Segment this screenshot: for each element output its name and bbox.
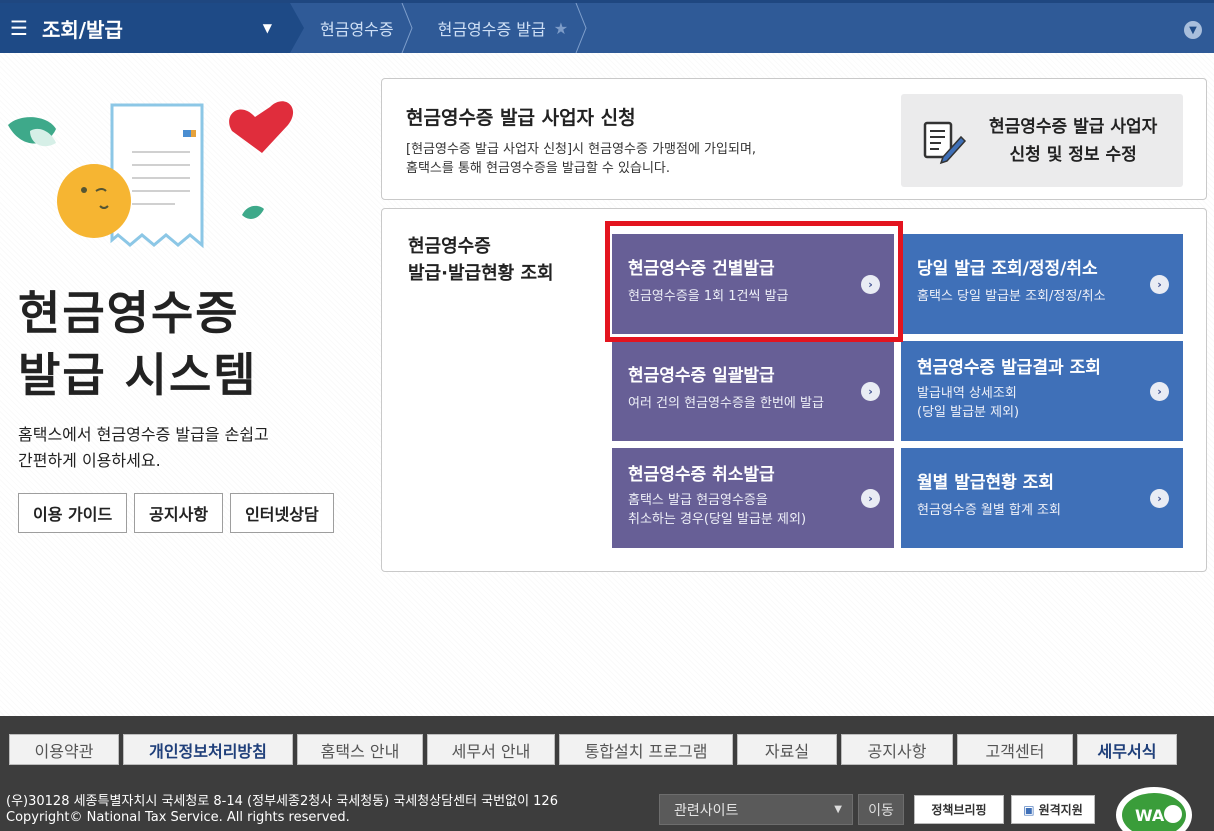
- wa-mark-text: WA: [1135, 806, 1165, 825]
- web-accessibility-mark: WA: [1116, 787, 1192, 831]
- document-edit-icon: [923, 121, 967, 164]
- chevron-down-icon: ▼: [834, 804, 842, 815]
- tile-title: 당일 발급 조회/정정/취소: [917, 259, 1098, 279]
- tile-title: 현금영수증 일괄발급: [628, 366, 775, 386]
- footer-link-customer-center[interactable]: 고객센터: [957, 734, 1073, 765]
- breadcrumb-item[interactable]: 현금영수증: [290, 3, 413, 53]
- issue-panel-title-line: 현금영수증: [408, 236, 491, 257]
- policy-briefing-label: 정책브리핑: [931, 803, 987, 817]
- tile-desc: 발급내역 상세조회 (당일 발급분 제외): [917, 384, 1167, 422]
- apply-desc-line: 홈택스를 통해 현금영수증을 발급할 수 있습니다.: [406, 161, 670, 176]
- footer-link-bar: 이용약관 개인정보처리방침 홈택스 안내 세무서 안내 통합설치 프로그램 자료…: [9, 734, 1181, 765]
- footer-link-install-program[interactable]: 통합설치 프로그램: [559, 734, 733, 765]
- hero-description-line: 홈택스에서 현금영수증 발급을 손쉽고: [18, 425, 269, 444]
- move-button[interactable]: 이동: [858, 794, 904, 825]
- hero-title-line: 현금영수증: [18, 286, 240, 340]
- tile-desc-line: 홈택스 당일 발급분 조회/정정/취소: [917, 289, 1106, 304]
- tile-desc-line: 취소하는 경우(당일 발급분 제외): [628, 512, 807, 527]
- single-issue-tile[interactable]: 현금영수증 건별발급 현금영수증을 1회 1건씩 발급 ›: [612, 234, 894, 334]
- arrow-right-icon: ›: [861, 275, 880, 294]
- footer-link-hometax-guide[interactable]: 홈택스 안내: [297, 734, 423, 765]
- tile-title: 월별 발급현황 조회: [917, 473, 1054, 493]
- hero-title: 현금영수증 발급 시스템: [18, 282, 258, 406]
- remote-support-link[interactable]: ▣ 원격지원: [1011, 795, 1095, 824]
- arrow-right-icon: ›: [1150, 275, 1169, 294]
- favorite-star-icon[interactable]: ★: [554, 19, 568, 38]
- footer-link-tax-office[interactable]: 세무서 안내: [427, 734, 555, 765]
- remote-support-icon: ▣: [1023, 802, 1035, 817]
- tile-desc-line: 현금영수증 월별 합계 조회: [917, 503, 1061, 518]
- apply-button-label: 현금영수증 발급 사업자 신청 및 정보 수정: [989, 113, 1157, 169]
- tile-title: 현금영수증 취소발급: [628, 465, 775, 485]
- bulk-issue-tile[interactable]: 현금영수증 일괄발급 여러 건의 현금영수증을 한번에 발급 ›: [612, 341, 894, 441]
- breadcrumb-label: 현금영수증: [320, 20, 394, 39]
- related-sites-select[interactable]: 관련사이트 ▼: [659, 794, 853, 825]
- apply-desc-line: [현금영수증 발급 사업자 신청]시 현금영수증 가맹점에 가입되며,: [406, 142, 757, 157]
- issue-result-inquiry-tile[interactable]: 현금영수증 발급결과 조회 발급내역 상세조회 (당일 발급분 제외) ›: [901, 341, 1183, 441]
- apply-action-line: 현금영수증 발급 사업자: [989, 116, 1158, 137]
- issue-panel-title: 현금영수증 발급·발급현황 조회: [408, 233, 554, 287]
- tile-desc-line: (당일 발급분 제외): [917, 405, 1020, 420]
- receipt-illustration: [8, 101, 294, 249]
- hero-title-line: 발급 시스템: [18, 348, 258, 402]
- breadcrumb-item[interactable]: 현금영수증 발급 ★: [412, 3, 587, 53]
- tile-desc-line: 발급내역 상세조회: [917, 386, 1017, 401]
- policy-briefing-link[interactable]: 정책브리핑: [914, 795, 1004, 824]
- tile-title: 현금영수증 발급결과 조회: [917, 358, 1101, 378]
- tile-desc: 현금영수증 월별 합계 조회: [917, 501, 1167, 520]
- menu-title: 조회/발급: [41, 17, 123, 42]
- collapse-toggle-icon[interactable]: ▼: [1184, 21, 1202, 39]
- arrow-right-icon: ›: [861, 382, 880, 401]
- cancel-issue-tile[interactable]: 현금영수증 취소발급 홈택스 발급 현금영수증을 취소하는 경우(당일 발급분 …: [612, 448, 894, 548]
- tile-desc-line: 홈택스 발급 현금영수증을: [628, 493, 768, 508]
- arrow-right-icon: ›: [1150, 382, 1169, 401]
- hero-description-line: 간편하게 이용하세요.: [18, 451, 161, 470]
- tile-desc: 홈택스 발급 현금영수증을 취소하는 경우(당일 발급분 제외): [628, 491, 878, 529]
- hero-description: 홈택스에서 현금영수증 발급을 손쉽고 간편하게 이용하세요.: [18, 422, 269, 474]
- business-apply-button[interactable]: 현금영수증 발급 사업자 신청 및 정보 수정: [901, 94, 1183, 187]
- online-consult-button[interactable]: 인터넷상담: [230, 493, 334, 533]
- tile-desc: 여러 건의 현금영수증을 한번에 발급: [628, 394, 878, 413]
- footer-address: (우)30128 세종특별자치시 국세청로 8-14 (정부세종2청사 국세청동…: [6, 794, 558, 809]
- hamburger-icon[interactable]: ☰: [10, 16, 28, 40]
- footer-link-notice[interactable]: 공지사항: [841, 734, 953, 765]
- user-guide-button[interactable]: 이용 가이드: [18, 493, 128, 533]
- tile-desc: 현금영수증을 1회 1건씩 발급: [628, 287, 878, 306]
- notice-button[interactable]: 공지사항: [134, 493, 224, 533]
- apply-panel-description: [현금영수증 발급 사업자 신청]시 현금영수증 가맹점에 가입되며, 홈택스를…: [406, 140, 756, 178]
- footer-link-archive[interactable]: 자료실: [737, 734, 837, 765]
- footer-link-privacy[interactable]: 개인정보처리방침: [123, 734, 293, 765]
- related-sites-label: 관련사이트: [674, 802, 739, 819]
- hero-button-group: 이용 가이드 공지사항 인터넷상담: [18, 493, 334, 533]
- footer-copyright: Copyright© National Tax Service. All rig…: [6, 810, 350, 825]
- apply-action-line: 신청 및 정보 수정: [1009, 144, 1137, 165]
- same-day-inquiry-tile[interactable]: 당일 발급 조회/정정/취소 홈택스 당일 발급분 조회/정정/취소 ›: [901, 234, 1183, 334]
- breadcrumb-separator-icon: [575, 3, 587, 53]
- chevron-down-icon[interactable]: ▼: [263, 21, 272, 35]
- tile-title: 현금영수증 건별발급: [628, 259, 775, 279]
- footer-link-tax-forms[interactable]: 세무서식: [1077, 734, 1177, 765]
- remote-support-label: 원격지원: [1038, 803, 1083, 817]
- tile-desc-line: 여러 건의 현금영수증을 한번에 발급: [628, 396, 824, 411]
- monthly-status-tile[interactable]: 월별 발급현황 조회 현금영수증 월별 합계 조회 ›: [901, 448, 1183, 548]
- tile-desc-line: 현금영수증을 1회 1건씩 발급: [628, 289, 789, 304]
- apply-panel-title: 현금영수증 발급 사업자 신청: [406, 107, 636, 129]
- top-nav-bar: ☰ 조회/발급 ▼ 현금영수증 현금영수증 발급 ★ ▼: [0, 0, 1214, 53]
- business-apply-panel: 현금영수증 발급 사업자 신청 [현금영수증 발급 사업자 신청]시 현금영수증…: [381, 78, 1207, 200]
- tile-desc: 홈택스 당일 발급분 조회/정정/취소: [917, 287, 1167, 306]
- arrow-right-icon: ›: [861, 489, 880, 508]
- issue-panel-title-line: 발급·발급현황 조회: [408, 263, 554, 284]
- menu-dropdown[interactable]: ☰ 조회/발급 ▼: [0, 3, 304, 53]
- footer-address-block: (우)30128 세종특별자치시 국세청로 8-14 (정부세종2청사 국세청동…: [6, 794, 558, 826]
- breadcrumb-label: 현금영수증 발급: [437, 20, 546, 39]
- arrow-right-icon: ›: [1150, 489, 1169, 508]
- footer-link-terms[interactable]: 이용약관: [9, 734, 119, 765]
